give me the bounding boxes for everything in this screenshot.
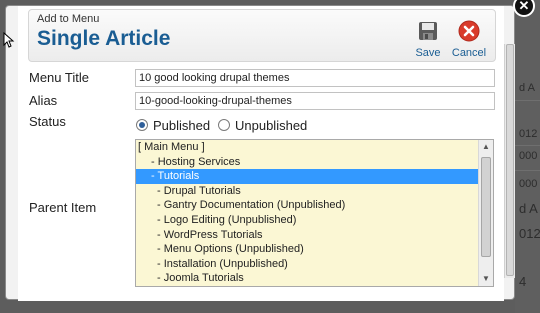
listbox-scroll-thumb[interactable] bbox=[481, 157, 491, 257]
parent-option[interactable]: - WordPress Tutorials bbox=[136, 228, 478, 243]
parent-option[interactable]: - Installation (Unpublished) bbox=[136, 257, 478, 272]
background-text-fragment: 012 bbox=[519, 226, 540, 241]
status-unpublished-radio[interactable] bbox=[218, 119, 230, 131]
background-divider bbox=[515, 170, 540, 171]
page-title: Single Article bbox=[37, 27, 171, 50]
background-divider bbox=[515, 100, 540, 101]
status-label: Status bbox=[29, 114, 66, 129]
background-text-fragment: 4 bbox=[519, 274, 527, 289]
menu-title-label: Menu Title bbox=[29, 70, 89, 85]
alias-input[interactable] bbox=[135, 92, 495, 110]
save-button[interactable]: Save bbox=[406, 18, 450, 60]
parent-option[interactable]: - Gantry Documentation (Unpublished) bbox=[136, 198, 478, 213]
listbox-scrollbar[interactable]: ▲ ▼ bbox=[478, 140, 493, 286]
parent-item-listbox[interactable]: [ Main Menu ] - Hosting Services - Tutor… bbox=[135, 139, 494, 287]
parent-option-selected[interactable]: - Tutorials bbox=[136, 169, 478, 184]
mouse-cursor-icon bbox=[3, 32, 15, 48]
save-icon bbox=[419, 22, 437, 40]
background-divider bbox=[515, 145, 540, 146]
cancel-button[interactable]: Cancel bbox=[447, 18, 491, 60]
cancel-label: Cancel bbox=[451, 47, 487, 59]
header-subtitle: Add to Menu bbox=[37, 13, 100, 25]
background-text-fragment: 012 bbox=[519, 128, 538, 140]
parent-item-label: Parent Item bbox=[29, 200, 97, 215]
background-text-fragment: d A bbox=[519, 82, 535, 94]
modal-scrollbar[interactable] bbox=[504, 44, 515, 278]
modal-scroll-thumb[interactable] bbox=[506, 44, 514, 276]
parent-option[interactable]: - Hosting Services bbox=[136, 155, 478, 170]
cancel-icon bbox=[458, 20, 480, 42]
close-icon: ✕ bbox=[518, 0, 530, 13]
alias-label: Alias bbox=[29, 93, 58, 108]
background-text-fragment: 000 bbox=[519, 150, 538, 162]
background-text-fragment: d A bbox=[519, 201, 538, 216]
modal-header: Add to Menu Single Article Save Cancel bbox=[28, 9, 496, 62]
status-published-radio[interactable] bbox=[136, 119, 148, 131]
add-to-menu-modal: Add to Menu Single Article Save Cancel M… bbox=[5, 5, 515, 301]
save-label: Save bbox=[415, 47, 441, 59]
parent-option[interactable]: - Joomla Tutorials bbox=[136, 271, 478, 286]
status-published-label[interactable]: Published bbox=[153, 118, 210, 133]
parent-option[interactable]: - Menu Options (Unpublished) bbox=[136, 242, 478, 257]
parent-option[interactable]: - Drupal Tutorials bbox=[136, 184, 478, 199]
scroll-up-arrow-icon[interactable]: ▲ bbox=[479, 140, 493, 154]
status-unpublished-label[interactable]: Unpublished bbox=[235, 118, 307, 133]
parent-option[interactable]: [ Main Menu ] bbox=[136, 140, 478, 155]
parent-option[interactable]: - Logo Editing (Unpublished) bbox=[136, 213, 478, 228]
background-text-fragment: 000 bbox=[519, 178, 538, 190]
scroll-down-arrow-icon[interactable]: ▼ bbox=[479, 272, 493, 286]
menu-title-input[interactable] bbox=[135, 69, 495, 87]
